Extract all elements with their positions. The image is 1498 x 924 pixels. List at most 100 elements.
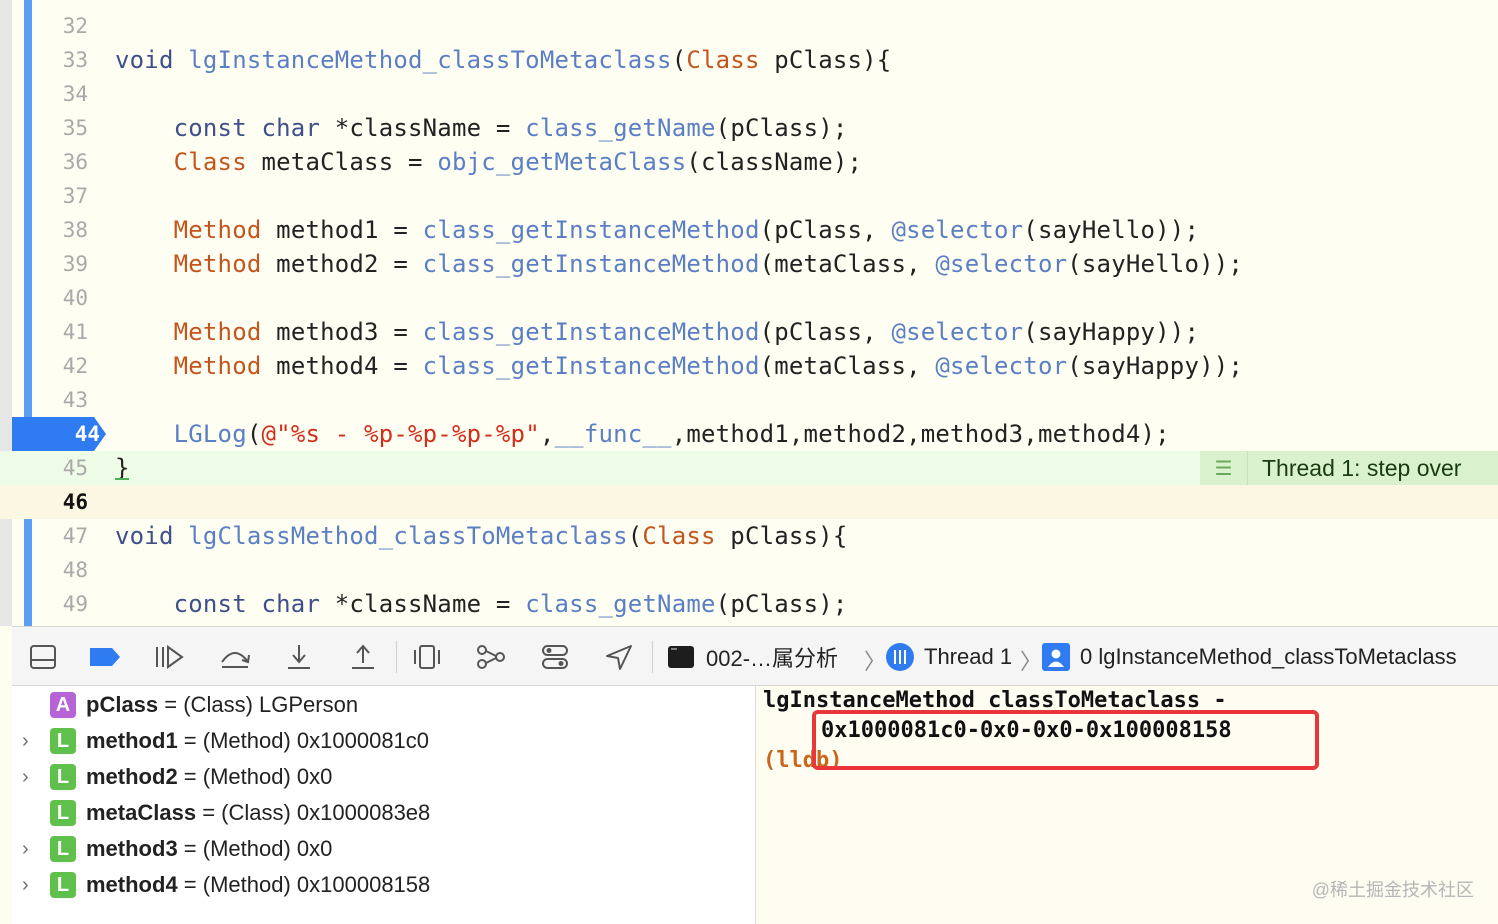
variable-row[interactable]: › Lmethod3 = (Method) 0x0 (12, 831, 756, 867)
variable-text: method2 = (Method) 0x0 (86, 764, 332, 790)
line-number[interactable]: 43 (36, 383, 88, 417)
chevron-right-icon: 〉 (864, 649, 887, 674)
hide-debug-area-icon[interactable] (26, 641, 60, 673)
code-text: void lgInstanceMethod_classToMetaclass(C… (115, 43, 891, 77)
code-token: ( (627, 522, 643, 550)
code-token: Method (173, 216, 262, 244)
source-editor[interactable]: 32 33 void lgInstanceMethod_classToMetacla… (0, 0, 1498, 626)
code-token: Class (642, 522, 716, 550)
code-token: method1 = (261, 216, 423, 244)
code-token: lgClassMethod_classToMetaclass (188, 522, 628, 550)
code-token: method4 = (261, 352, 423, 380)
line-number[interactable]: 45 (36, 451, 88, 485)
view-hierarchy-icon[interactable] (410, 641, 444, 673)
line-number[interactable]: 49 (36, 587, 88, 621)
code-token: (sayHello)); (1067, 250, 1244, 278)
line-number[interactable]: 41 (36, 315, 88, 349)
code-token: (pClass, (759, 318, 892, 346)
variable-name: pClass (86, 692, 159, 717)
code-token: metaClass = (246, 148, 438, 176)
code-line[interactable]: 34 (0, 77, 1498, 111)
line-number[interactable]: 39 (36, 247, 88, 281)
variable-name: method3 (86, 836, 178, 861)
variable-row[interactable]: › Lmethod4 = (Method) 0x100008158 (12, 867, 756, 903)
variable-value: = (Method) 0x0 (177, 764, 333, 789)
line-number[interactable]: 35 (36, 111, 88, 145)
code-line[interactable]: 47 void lgClassMethod_classToMetaclass(Cl… (0, 519, 1498, 553)
code-line[interactable]: 42 Method method4 = class_getInstanceMet… (0, 349, 1498, 383)
code-line[interactable]: 41 Method method3 = class_getInstanceMet… (0, 315, 1498, 349)
code-line[interactable]: 32 (0, 9, 1498, 43)
line-number[interactable]: 32 (36, 9, 88, 43)
code-text: LGLog(@"%s - %p-%p-%p-%p",__func__,metho… (115, 417, 1170, 451)
code-line[interactable]: 35 const char *className = class_getName… (0, 111, 1498, 145)
disclosure-chevron-icon[interactable]: › (22, 766, 38, 789)
line-number[interactable]: 40 (36, 281, 88, 315)
simulate-location-icon[interactable] (602, 641, 636, 673)
disclosure-chevron-icon[interactable]: › (22, 874, 38, 897)
toolbar-divider (396, 641, 397, 673)
line-number[interactable]: 33 (36, 43, 88, 77)
variables-view: ApClass = (Class) LGPerson › Lmethod1 = (M… (12, 686, 756, 924)
code-text: const char *className = class_getName(pC… (115, 111, 848, 145)
breakpoint-marker[interactable]: 44 (12, 417, 106, 451)
line-number[interactable]: 38 (36, 213, 88, 247)
code-line[interactable]: 44 LGLog(@"%s - %p-%p-%p-%p",__func__,me… (0, 417, 1498, 451)
code-line[interactable]: 40 (0, 281, 1498, 315)
local-badge-icon: L (50, 836, 76, 862)
step-over-icon[interactable] (218, 641, 252, 673)
local-badge-icon: L (50, 872, 76, 898)
line-number[interactable]: 36 (36, 145, 88, 179)
code-line[interactable]: 33 void lgInstanceMethod_classToMetaclass… (0, 43, 1498, 77)
continue-icon[interactable] (152, 641, 186, 673)
code-token: method2 = (261, 250, 423, 278)
code-line[interactable]: 36 Class metaClass = objc_getMetaClass(c… (0, 145, 1498, 179)
code-line[interactable]: 46 (0, 485, 1498, 519)
code-line[interactable]: 43 (0, 383, 1498, 417)
line-number[interactable]: 37 (36, 179, 88, 213)
line-number[interactable]: 46 (36, 485, 88, 519)
argument-badge-icon: A (50, 692, 76, 718)
code-line[interactable]: 37 (0, 179, 1498, 213)
variable-value: = (Method) 0x0 (177, 836, 333, 861)
line-number[interactable]: 42 (36, 349, 88, 383)
variable-row[interactable]: › Lmethod2 = (Method) 0x0 (12, 759, 756, 795)
breadcrumb-frame[interactable]: 0 lgInstanceMethod_classToMetaclass (1042, 627, 1457, 687)
step-into-icon[interactable] (282, 641, 316, 673)
line-number[interactable]: 48 (36, 553, 88, 587)
line-number[interactable]: 47 (36, 519, 88, 553)
disclosure-chevron-icon[interactable]: › (22, 838, 38, 861)
disclosure-chevron-icon[interactable]: › (22, 730, 38, 753)
code-line[interactable]: 48 (0, 553, 1498, 587)
code-text: Method method4 = class_getInstanceMethod… (115, 349, 1243, 383)
code-text: Method method1 = class_getInstanceMethod… (115, 213, 1199, 247)
line-number[interactable]: 34 (36, 77, 88, 111)
variable-text: method4 = (Method) 0x100008158 (86, 872, 430, 898)
variable-row[interactable]: LmetaClass = (Class) 0x1000083e8 (12, 795, 756, 831)
memory-graph-icon[interactable] (474, 641, 508, 673)
code-line[interactable]: 49 const char *className = class_getName… (0, 587, 1498, 621)
menu-lines-icon[interactable]: ☰ (1200, 451, 1248, 485)
code-line[interactable]: 39 Method method2 = class_getInstanceMet… (0, 247, 1498, 281)
local-badge-icon: L (50, 728, 76, 754)
code-token: Method (173, 318, 262, 346)
breadcrumb-target[interactable]: 002-…属分析 (668, 627, 838, 687)
watermark: @稀土掘金技术社区 (1311, 880, 1474, 900)
variable-text: metaClass = (Class) 0x1000083e8 (86, 800, 430, 826)
debug-console[interactable]: lgInstanceMethod_classToMetaclass - 0x10… (757, 686, 1498, 924)
code-token: @"%s - %p-%p-%p-%p" (261, 420, 540, 448)
environment-overrides-icon[interactable] (538, 641, 572, 673)
variable-row[interactable]: › Lmethod1 = (Method) 0x1000081c0 (12, 723, 756, 759)
variable-row[interactable]: ApClass = (Class) LGPerson (12, 687, 756, 723)
breakpoints-toggle-icon[interactable] (88, 641, 122, 673)
code-line[interactable]: 38 Method method1 = class_getInstanceMet… (0, 213, 1498, 247)
step-out-icon[interactable] (346, 641, 380, 673)
code-text: Method method2 = class_getInstanceMethod… (115, 247, 1243, 281)
breadcrumb-thread[interactable]: Thread 1 (886, 627, 1012, 687)
code-token: objc_getMetaClass (437, 148, 687, 176)
thread-status-badge[interactable]: ☰ Thread 1: step over (1200, 451, 1498, 485)
